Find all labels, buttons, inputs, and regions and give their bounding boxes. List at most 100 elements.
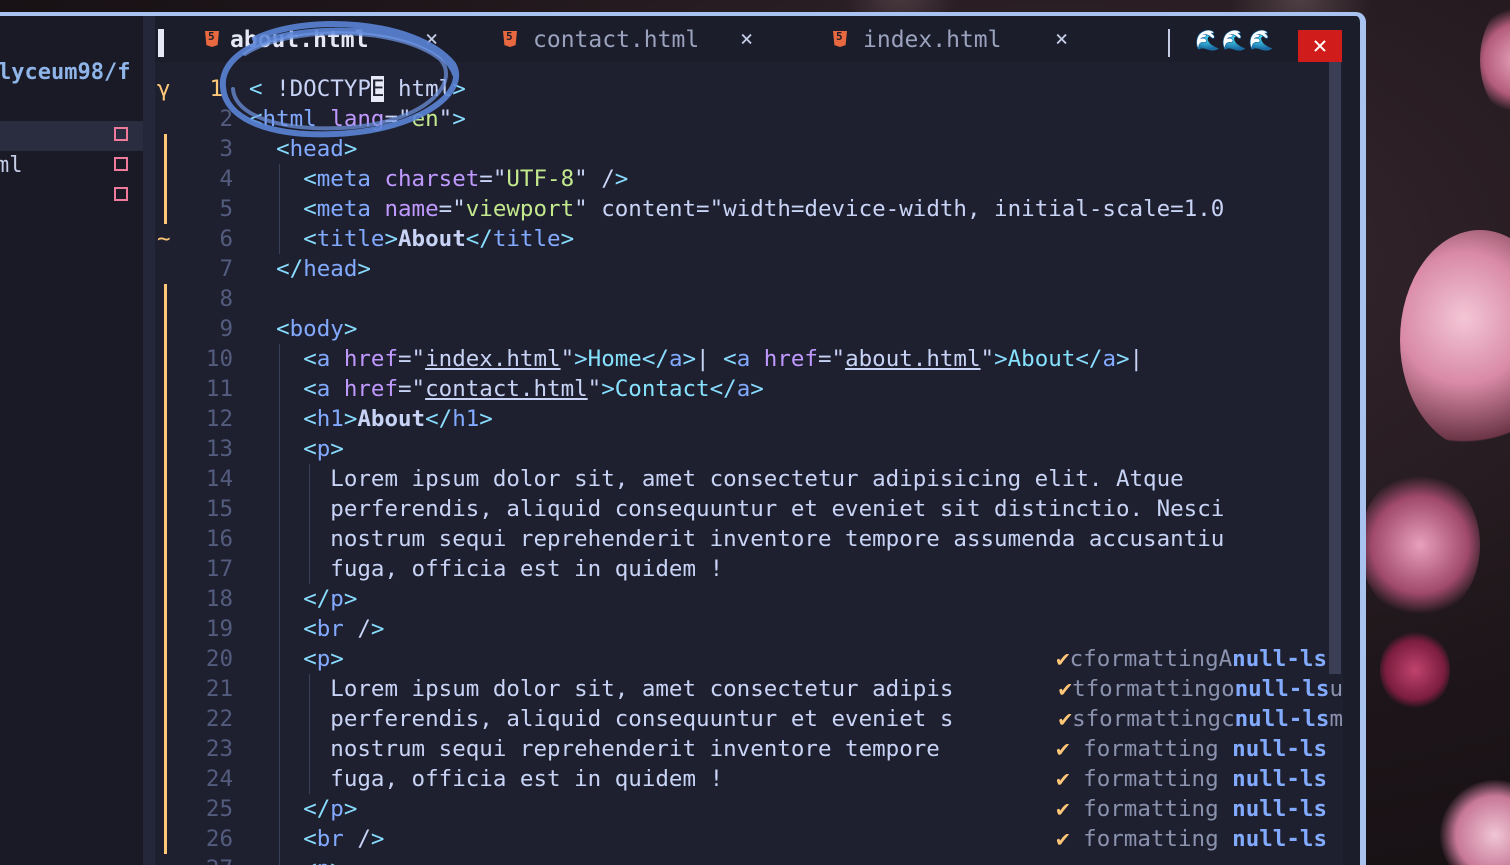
line-number: 7 [219,256,233,282]
code-text: Lorem ipsum dolor sit, amet consectetur … [249,676,954,702]
code-line[interactable]: ~6 <title>About</title> [155,224,1327,254]
code-text: fuga, officia est in quidem ! [249,556,724,582]
code-text: < !DOCTYPE html> [249,76,466,102]
code-editor[interactable]: γ 1 < !DOCTYPE html> 2 <html lang="en"> 3 <he… [155,62,1343,865]
code-line[interactable]: 13 <p> [155,434,1327,464]
code-line[interactable]: 8 [155,284,1327,314]
file-tree-item[interactable] [0,121,143,151]
code-line-current[interactable]: γ 1 < !DOCTYPE html> [155,74,1327,104]
code-text: nostrum sequi reprehenderit inventore te… [249,526,1225,552]
line-number: 15 [205,496,233,522]
git-add-bar [164,494,167,524]
code-line[interactable]: 16 nostrum sequi reprehenderit inventore… [155,524,1327,554]
git-add-bar [164,734,167,764]
close-icon[interactable]: × [1055,27,1068,52]
line-number: 14 [205,466,233,492]
notification-text: formatting [1069,826,1233,852]
git-add-bar [164,584,167,614]
line-number: 17 [205,556,233,582]
code-line[interactable]: 3 <head> [155,134,1327,164]
flower-blossom [1440,780,1510,865]
line-number: 13 [205,436,233,462]
notification-source: null-ls [1234,676,1330,702]
notification-text: formatting [1069,766,1233,792]
line-number: 25 [205,796,233,822]
git-delete-sign: ~ [157,226,171,252]
scrollbar-thumb[interactable] [1329,62,1341,674]
window-separator [143,16,155,865]
code-line[interactable]: 10 <a href="index.html">Home</a>| <a hre… [155,344,1327,374]
close-icon[interactable]: × [740,27,753,52]
code-text: nostrum sequi reprehenderit inventore te… [249,736,954,762]
code-line[interactable]: 15 perferendis, aliquid consequuntur et … [155,494,1327,524]
code-text: fuga, officia est in quidem ! [249,766,724,792]
code-text: <br /> [303,826,385,852]
code-text: perferendis, aliquid consequuntur et eve… [249,706,954,732]
notification-source: null-ls [1232,646,1327,672]
code-line[interactable]: 7 </head> [155,254,1327,284]
notification-source: null-ls [1234,706,1330,732]
code-line[interactable]: 2 <html lang="en"> [155,104,1327,134]
notification-source: null-ls [1232,826,1327,852]
flower-blossom [1480,0,1510,120]
code-line[interactable]: 9 <body> [155,314,1327,344]
code-line[interactable]: 17 fuga, officia est in quidem ! [155,554,1327,584]
code-line[interactable]: 19 <br /> [155,614,1327,644]
notification-overflow: u [1329,676,1343,702]
code-text: <meta name="viewport" content="width=dev… [303,196,1225,222]
notification-source: null-ls [1232,736,1327,762]
git-add-bar [164,164,167,194]
git-add-bar [164,434,167,464]
git-add-bar [164,524,167,554]
html5-file-icon [503,31,517,47]
code-text: </p> [303,586,358,612]
notification-text: formatting [1069,796,1233,822]
code-line[interactable]: 5 <meta name="viewport" content="width=d… [155,194,1327,224]
line-number: 27 [175,854,233,865]
git-add-bar [164,674,167,704]
tab-index-html[interactable]: index.html × [833,16,1123,60]
line-number: 19 [205,616,233,642]
editor-window: lyceum98/f ml about.html × contact.html … [0,12,1366,865]
line-number: 1 [209,76,223,102]
code-line[interactable]: 11 <a href="contact.html">Contact</a> [155,374,1327,404]
close-window-button[interactable]: ✕ [1298,30,1342,62]
formatting-notification: ✔sformattingcnull-lsm [1059,704,1343,734]
code-text: <body> [276,316,358,342]
tab-contact-html[interactable]: contact.html × [500,16,800,60]
code-text: <html lang="en"> [249,106,466,132]
notification-source: null-ls [1232,766,1327,792]
git-add-bar [164,404,167,434]
tab-label: index.html [863,27,1002,53]
line-number: 4 [219,166,233,192]
file-tree-item[interactable] [0,181,143,211]
formatting-notification: ✔ formatting null-ls [1056,734,1327,764]
git-add-bar [164,374,167,404]
code-text: <meta charset="UTF-8" /> [303,166,629,192]
git-add-bar [164,614,167,644]
flower-bud [1380,630,1450,710]
line-number: 11 [205,376,233,402]
file-tree-item[interactable]: ml [0,151,143,181]
line-number: 5 [219,196,233,222]
code-line[interactable]: 12 <h1>About</h1> [155,404,1327,434]
check-icon: ✔ [1058,706,1073,732]
code-text: </head> [276,256,371,282]
git-add-bar [164,764,167,794]
close-icon[interactable]: × [425,27,438,52]
code-line[interactable]: 18 </p> [155,584,1327,614]
tab-about-html[interactable]: about.html × [200,16,490,60]
code-text: <p> [303,646,344,672]
code-line[interactable]: 14 Lorem ipsum dolor sit, amet consectet… [155,464,1327,494]
line-number: 8 [219,286,233,312]
line-number: 26 [205,826,233,852]
line-number: 22 [205,706,233,732]
formatting-notification: ✔cformattingAnull-ls [1056,644,1327,674]
notification-source: null-ls [1232,796,1327,822]
code-text: <a href="index.html">Home</a>| <a href="… [303,346,1144,372]
code-text: <h1>About</h1> [303,406,493,432]
code-line[interactable]: 4 <meta charset="UTF-8" /> [155,164,1327,194]
git-add-bar [164,134,167,164]
line-number: 2 [219,106,233,132]
code-line[interactable]: 27 <p> [155,854,1327,865]
